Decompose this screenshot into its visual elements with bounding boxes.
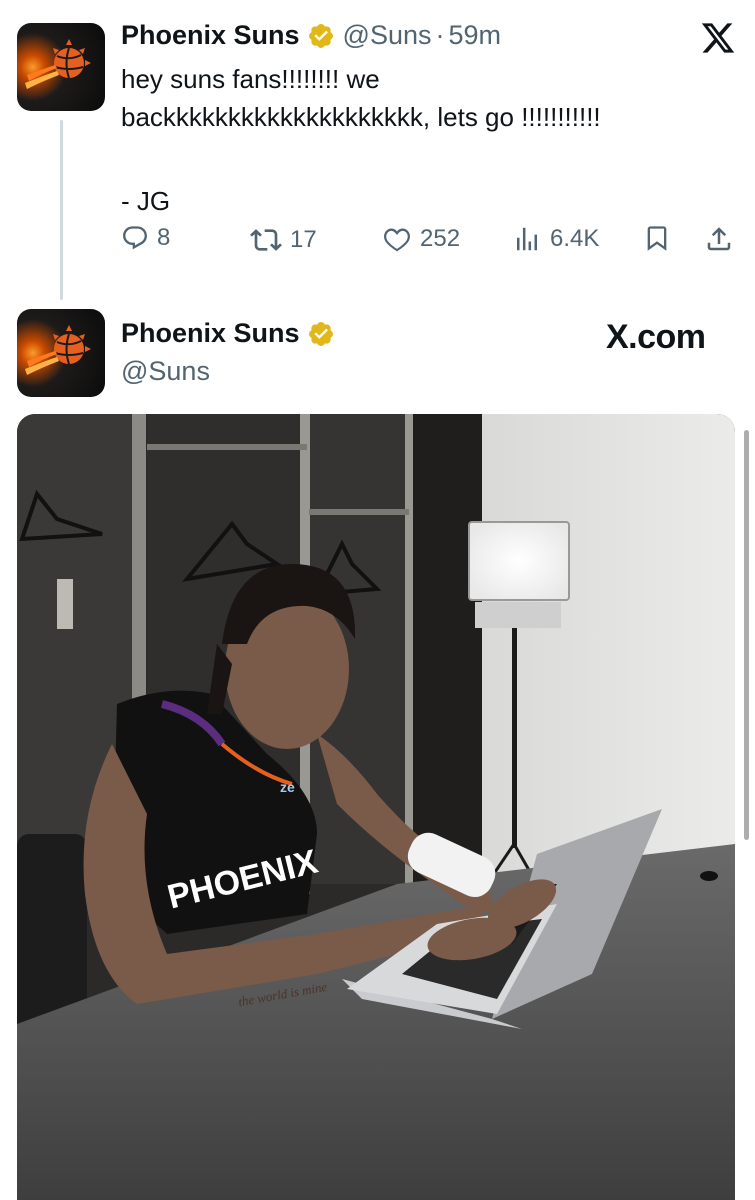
verified-badge-icon (308, 23, 333, 48)
suns-logo-icon (25, 39, 91, 89)
suns-logo-icon (25, 325, 91, 375)
tweet-photo[interactable]: PHOENIX ze the world is mine (17, 414, 735, 1200)
tweet-text-line: backkkkkkkkkkkkkkkkkkkk, lets go !!!!!!!… (121, 102, 601, 132)
player-at-laptop-photo: PHOENIX ze the world is mine (17, 414, 735, 1200)
retweet-button[interactable]: 17 (250, 224, 317, 256)
source-domain[interactable]: X.com (606, 318, 706, 357)
tweet-action-bar: 8 17 252 6.4K (0, 224, 755, 264)
like-count: 252 (420, 225, 461, 252)
retweet-count: 17 (290, 226, 317, 253)
card-header: Phoenix Suns (121, 318, 335, 349)
separator-dot: · (435, 20, 445, 50)
views-icon (517, 227, 537, 251)
share-icon (707, 227, 731, 251)
like-button[interactable]: 252 (382, 224, 460, 254)
bookmark-icon (647, 226, 667, 251)
share-button[interactable] (704, 224, 742, 254)
tweet-text-line: hey suns fans!!!!!!!! we (121, 64, 380, 94)
scrollbar[interactable] (744, 430, 749, 840)
thread-connector-line (60, 120, 63, 300)
card-suns-avatar[interactable] (17, 309, 105, 397)
bookmark-button[interactable] (643, 224, 679, 252)
card-author-handle[interactable]: @Suns (121, 356, 210, 387)
tweet-text: hey suns fans!!!!!!!! we backkkkkkkkkkkk… (121, 60, 741, 220)
views-button[interactable]: 6.4K (512, 224, 599, 254)
jersey-sponsor-text: ze (280, 779, 295, 795)
tweet-timestamp[interactable]: 59m (449, 20, 502, 51)
view-count: 6.4K (550, 225, 600, 252)
suns-avatar[interactable] (17, 23, 105, 111)
reply-count: 8 (157, 224, 171, 251)
reply-button[interactable]: 8 (121, 224, 170, 252)
author-handle[interactable]: @Suns (343, 20, 432, 51)
author-name[interactable]: Phoenix Suns (121, 20, 300, 51)
card-author-name[interactable]: Phoenix Suns (121, 318, 300, 349)
tweet-signature: - JG (121, 186, 171, 216)
verified-badge-icon (308, 321, 333, 346)
heart-icon (384, 228, 410, 252)
reply-icon (123, 226, 147, 250)
x-logo-icon[interactable] (700, 20, 736, 56)
retweet-icon (250, 229, 282, 251)
tweet-header: Phoenix Suns @Suns · 59m (121, 20, 501, 51)
